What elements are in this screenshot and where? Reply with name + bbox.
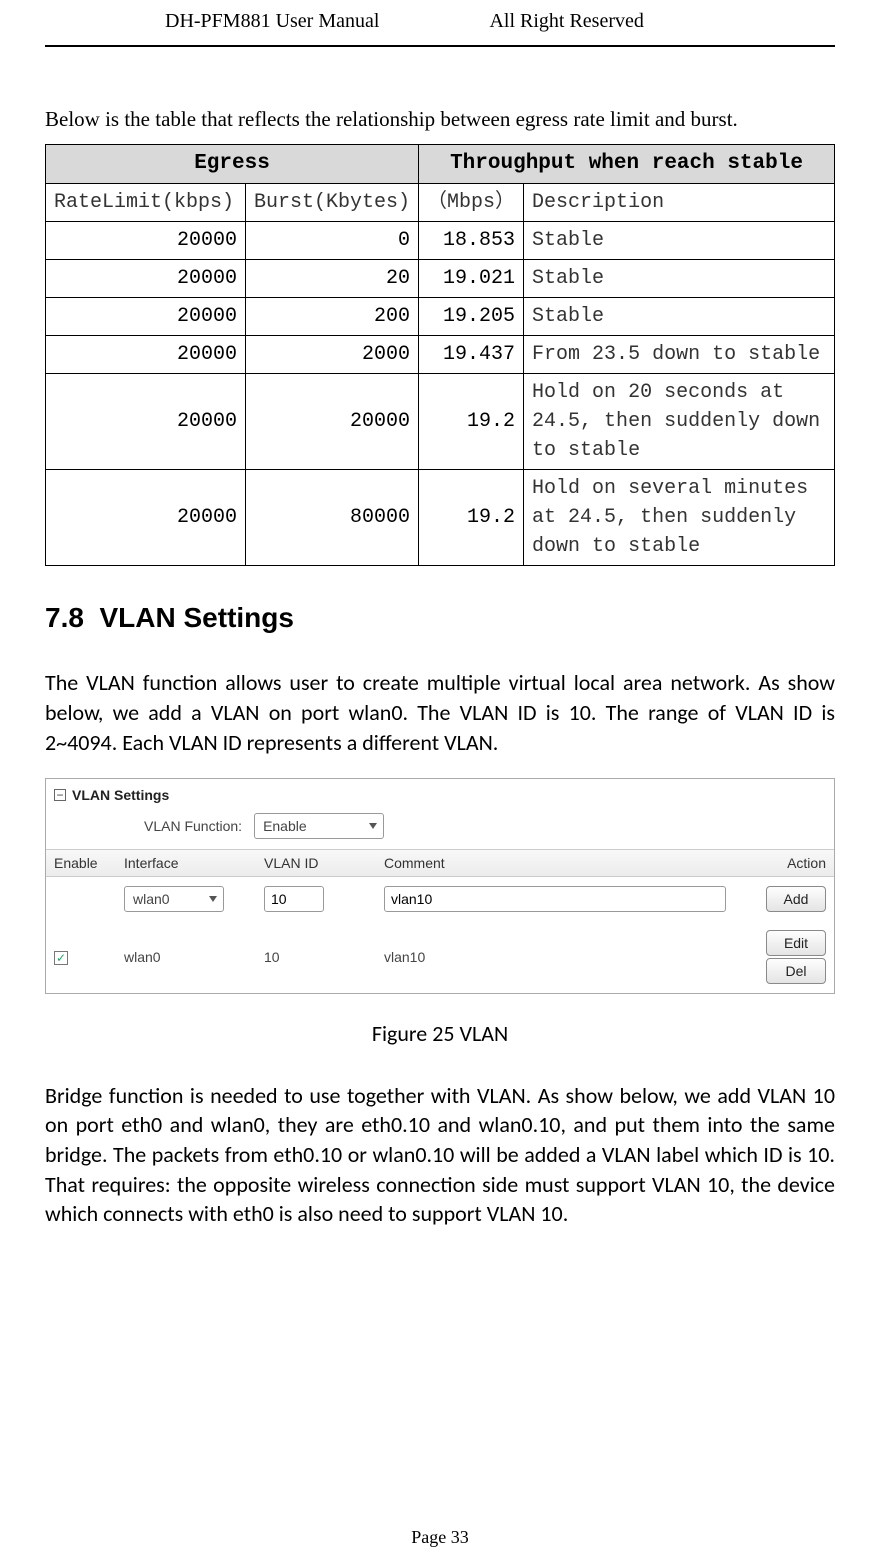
col-enable: Enable: [54, 855, 124, 871]
egress-table: Egress Throughput when reach stable Rate…: [45, 144, 835, 566]
edit-button[interactable]: Edit: [766, 930, 826, 956]
vlan-function-value: Enable: [263, 818, 307, 834]
cell-rate: 20000: [46, 260, 246, 298]
section-heading: 7.8 VLAN Settings: [45, 602, 835, 634]
vlan-settings-panel: − VLAN Settings VLAN Function: Enable En…: [45, 778, 835, 994]
cell-rate: 20000: [46, 336, 246, 374]
row-vlanid: 10: [264, 949, 384, 965]
cell-mbps: 19.021: [419, 260, 524, 298]
vlan-grid-header: Enable Interface VLAN ID Comment Action: [46, 849, 834, 877]
cell-desc: Stable: [524, 298, 835, 336]
col-desc-header: Description: [524, 184, 835, 222]
col-interface: Interface: [124, 855, 264, 871]
comment-input[interactable]: [384, 886, 726, 912]
vlan-function-dropdown[interactable]: Enable: [254, 813, 384, 839]
table-group-header-row: Egress Throughput when reach stable: [46, 145, 835, 184]
section-number: 7.8: [45, 602, 84, 633]
vlan-panel-title: VLAN Settings: [72, 787, 169, 803]
table-row: 20000 80000 19.2 Hold on several minutes…: [46, 470, 835, 566]
figure-caption: Figure 25 VLAN: [45, 1020, 835, 1047]
cell-desc: Hold on 20 seconds at 24.5, then suddenl…: [524, 374, 835, 470]
table-row: 20000 20 19.021 Stable: [46, 260, 835, 298]
section-title-text: VLAN Settings: [100, 602, 294, 633]
page-header: DH-PFM881 User Manual All Right Reserved: [165, 10, 785, 33]
cell-desc: From 23.5 down to stable: [524, 336, 835, 374]
cell-desc: Stable: [524, 260, 835, 298]
vlan-input-row: wlan0 Add: [46, 877, 834, 921]
cell-rate: 20000: [46, 374, 246, 470]
paragraph-2: Bridge function is needed to use togethe…: [45, 1081, 835, 1229]
vlan-function-row: VLAN Function: Enable: [46, 809, 834, 849]
table-row: 20000 20000 19.2 Hold on 20 seconds at 2…: [46, 374, 835, 470]
col-rate-header: RateLimit(kbps): [46, 184, 246, 222]
chevron-down-icon: [369, 823, 377, 829]
vlan-data-row: ✓ wlan0 10 vlan10 Edit Del: [46, 921, 834, 993]
col-burst-header: Burst(Kbytes): [246, 184, 419, 222]
col-action: Action: [726, 855, 826, 871]
cell-burst: 20: [246, 260, 419, 298]
interface-dropdown[interactable]: wlan0: [124, 886, 224, 912]
cell-mbps: 19.2: [419, 470, 524, 566]
cell-burst: 0: [246, 222, 419, 260]
enable-checkbox[interactable]: ✓: [54, 951, 68, 965]
cell-rate: 20000: [46, 222, 246, 260]
chevron-down-icon: [209, 896, 217, 902]
cell-burst: 2000: [246, 336, 419, 374]
vlan-function-label: VLAN Function:: [144, 818, 242, 834]
cell-desc: Hold on several minutes at 24.5, then su…: [524, 470, 835, 566]
table-subheader-row: RateLimit(kbps) Burst(Kbytes) （Mbps） Des…: [46, 184, 835, 222]
header-rule: [45, 45, 835, 47]
cell-rate: 20000: [46, 470, 246, 566]
table-row: 20000 0 18.853 Stable: [46, 222, 835, 260]
col-vlanid: VLAN ID: [264, 855, 384, 871]
cell-mbps: 19.2: [419, 374, 524, 470]
paragraph-1: The VLAN function allows user to create …: [45, 668, 835, 757]
table-row: 20000 200 19.205 Stable: [46, 298, 835, 336]
header-left: DH-PFM881 User Manual: [165, 10, 379, 33]
cell-rate: 20000: [46, 298, 246, 336]
cell-burst: 200: [246, 298, 419, 336]
del-button[interactable]: Del: [766, 958, 826, 984]
table-row: 20000 2000 19.437 From 23.5 down to stab…: [46, 336, 835, 374]
throughput-group-header: Throughput when reach stable: [419, 145, 835, 184]
page-number: Page 33: [0, 1527, 880, 1548]
col-comment: Comment: [384, 855, 726, 871]
collapse-icon[interactable]: −: [54, 789, 66, 801]
egress-group-header: Egress: [46, 145, 419, 184]
cell-burst: 80000: [246, 470, 419, 566]
header-right: All Right Reserved: [489, 10, 643, 33]
cell-desc: Stable: [524, 222, 835, 260]
cell-mbps: 18.853: [419, 222, 524, 260]
col-mbps-header: （Mbps）: [419, 184, 524, 222]
vlanid-input[interactable]: [264, 886, 324, 912]
cell-mbps: 19.205: [419, 298, 524, 336]
vlan-panel-header[interactable]: − VLAN Settings: [46, 779, 834, 809]
row-interface: wlan0: [124, 949, 264, 965]
row-comment: vlan10: [384, 949, 726, 965]
cell-burst: 20000: [246, 374, 419, 470]
cell-mbps: 19.437: [419, 336, 524, 374]
intro-text: Below is the table that reflects the rel…: [45, 107, 835, 132]
interface-value: wlan0: [133, 891, 170, 907]
add-button[interactable]: Add: [766, 886, 826, 912]
